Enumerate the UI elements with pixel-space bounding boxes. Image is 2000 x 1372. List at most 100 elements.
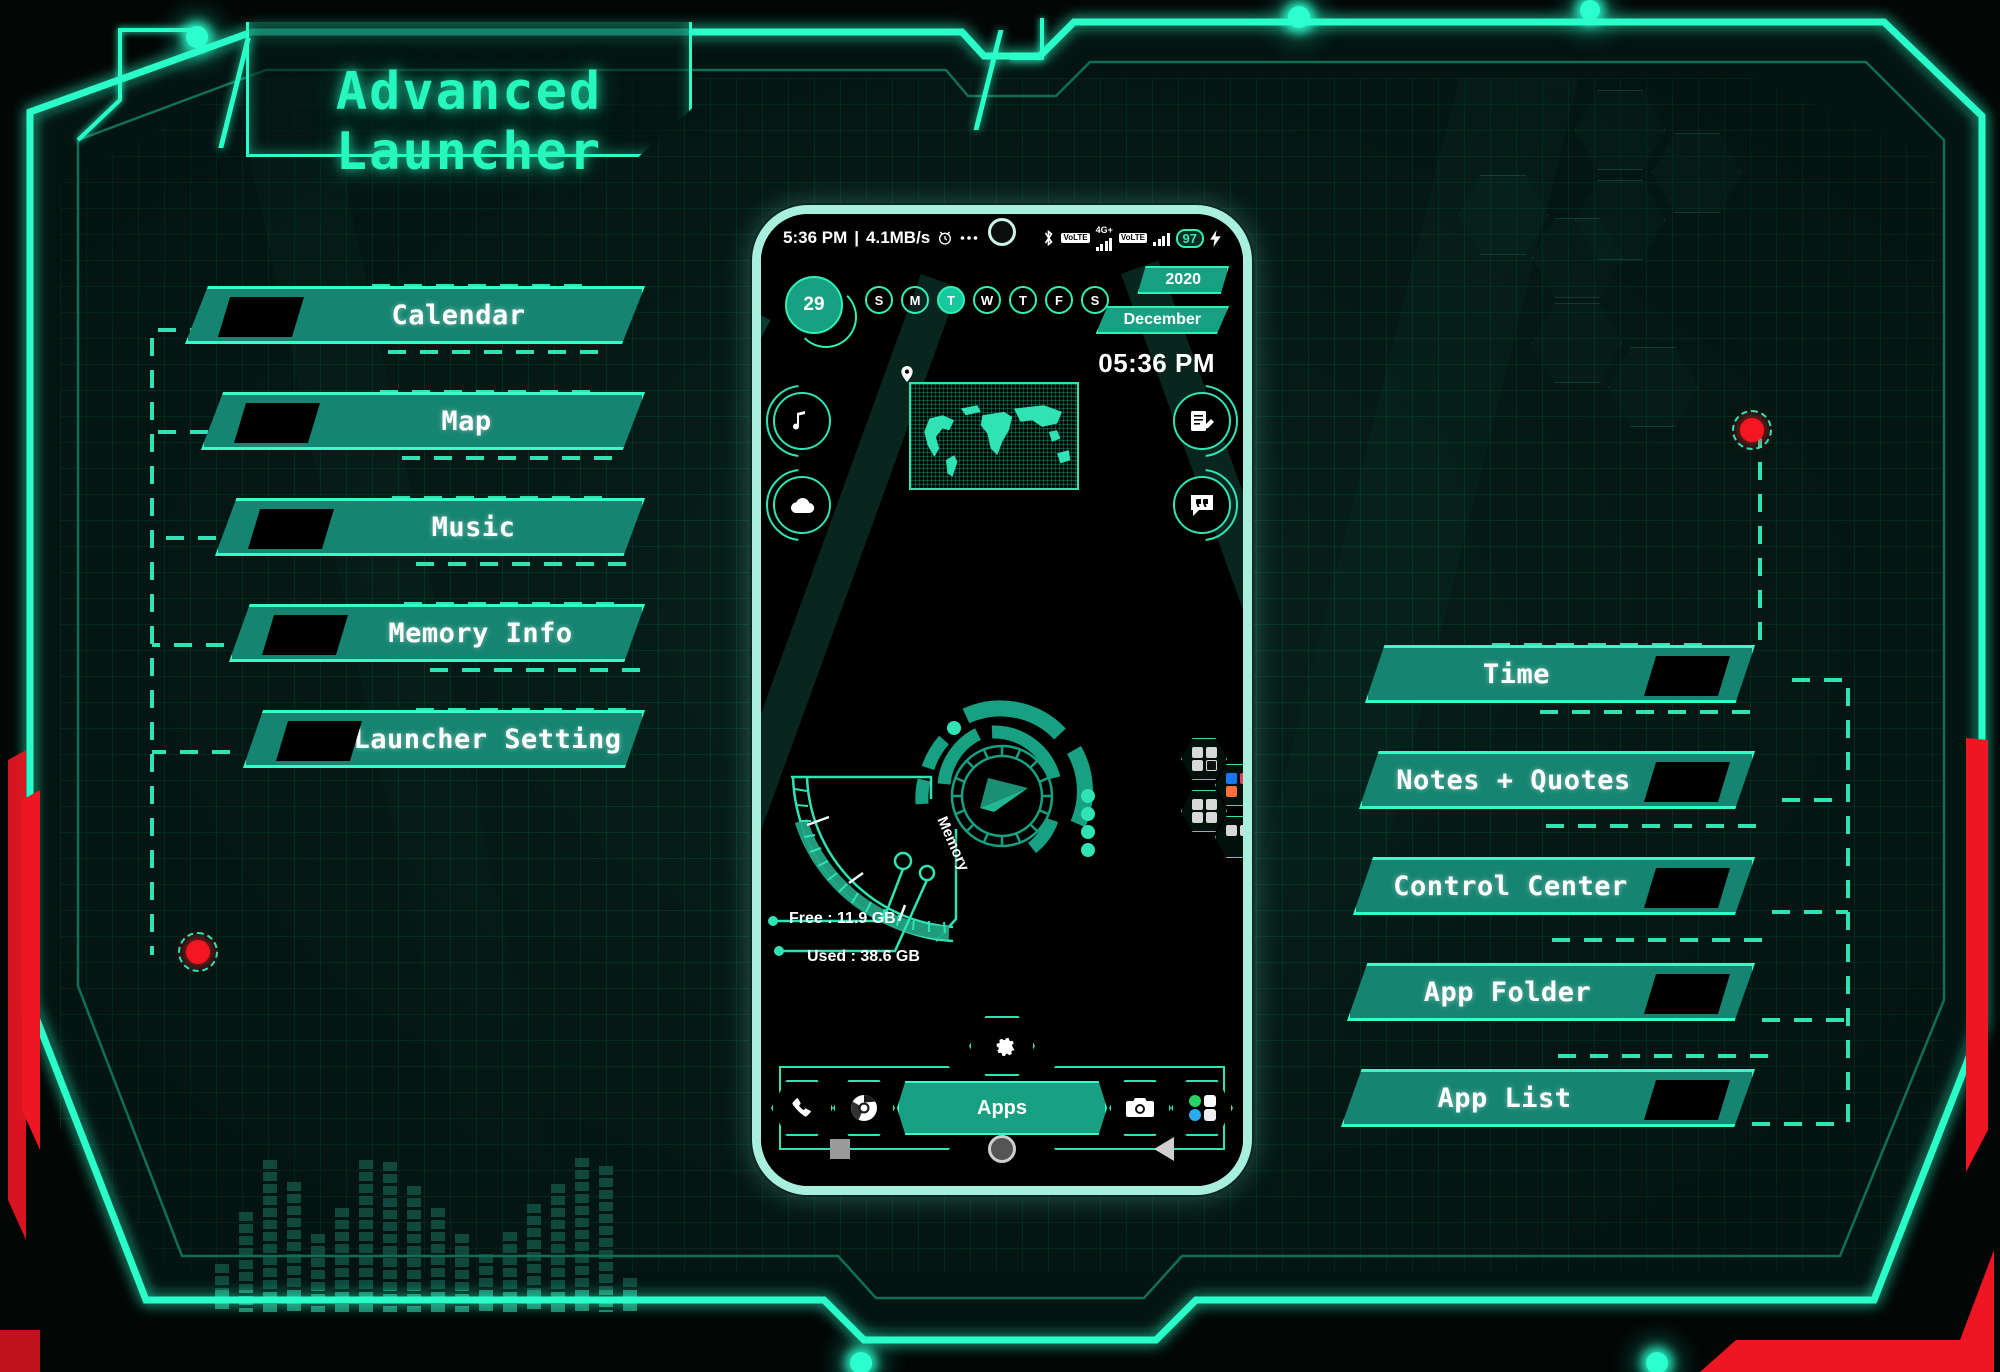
glow-node (1288, 6, 1310, 28)
sidebar-item-app-list[interactable]: App List (1341, 1069, 1755, 1127)
equalizer-bar (503, 1232, 517, 1312)
title-plaque-wrapper: Advanced Launcher (246, 22, 692, 182)
button-cutout (1644, 1080, 1730, 1120)
hexagon-shape (1575, 90, 1665, 170)
app-mini-icon (1240, 786, 1244, 797)
app-folder-hex[interactable] (1181, 738, 1227, 780)
app-mini-icon (1191, 760, 1203, 771)
weekday-fri[interactable]: F (1045, 286, 1073, 314)
launcher-promo-screen: Advanced Launcher Calendar Map Music Mem… (0, 0, 2000, 1372)
battery-badge: 97 (1175, 228, 1204, 248)
button-cutout (1644, 656, 1730, 696)
app-folder-hex[interactable] (1181, 790, 1227, 832)
world-map-widget[interactable] (901, 366, 1079, 490)
sidebar-item-time[interactable]: Time (1365, 645, 1755, 703)
signal-bars-1 (1095, 236, 1113, 251)
equalizer-bar (455, 1234, 469, 1312)
quotes-bubble-icon (1191, 495, 1213, 516)
sidebar-item-launcher-setting[interactable]: Launcher Setting (243, 710, 645, 768)
notes-shortcut-button[interactable] (1173, 392, 1231, 450)
equalizer-bar (551, 1184, 565, 1312)
weekday-row: S M T W T F S (865, 286, 1109, 314)
app-mini-icon (1225, 786, 1237, 797)
app-mini-icon (1191, 799, 1203, 810)
android-navigation-bar (761, 1126, 1243, 1172)
app-mini-icon (1203, 1095, 1216, 1107)
app-mini-icon (1226, 838, 1237, 849)
network-type-label: 4G+ (1095, 224, 1113, 235)
equalizer-bar (311, 1234, 325, 1312)
sidebar-item-memory-info[interactable]: Memory Info (229, 604, 645, 662)
month-badge: December (1095, 306, 1229, 334)
weekday-sat[interactable]: S (1081, 286, 1109, 314)
app-mini-icon (1225, 773, 1237, 784)
memory-used-text: Used : 38.6 GB (807, 948, 920, 965)
circle-home-icon[interactable] (988, 1135, 1016, 1163)
phone-handset-icon (792, 1098, 811, 1117)
button-cutout (218, 297, 304, 337)
app-mini-icon (1205, 760, 1217, 771)
button-cutout (262, 615, 348, 655)
triangle-back-icon[interactable] (1154, 1137, 1174, 1161)
equalizer-bar (359, 1160, 373, 1312)
location-pin-icon (901, 366, 913, 382)
settings-button[interactable] (969, 1016, 1035, 1076)
weekday-sun[interactable]: S (865, 286, 893, 314)
equalizer-bar (479, 1254, 493, 1312)
charging-bolt-icon (1210, 229, 1221, 247)
equalizer-bar (407, 1186, 421, 1312)
status-bar-right: VoLTE 4G+ VoLTE 97 (1042, 224, 1221, 251)
hexagon-shape (1652, 133, 1742, 213)
status-separator: | (854, 228, 860, 247)
equalizer-bar (599, 1166, 613, 1312)
volte-badge-2: VoLTE (1118, 233, 1148, 243)
weekday-tue[interactable]: T (937, 286, 965, 314)
gear-icon (996, 1038, 1015, 1056)
phone-screen: 5:36 PM | 4.1MB/s VoLTE 4G+ VoLTE 97 29 … (761, 214, 1243, 1186)
app-mini-icon (1191, 812, 1203, 823)
notes-pencil-icon (1191, 411, 1214, 431)
app-mini-icon (1203, 1109, 1216, 1121)
status-clock: 5:36 PM (783, 228, 848, 247)
left-menu-column: Calendar Map Music Memory Info Launcher … (185, 286, 645, 816)
equalizer-bar (335, 1208, 349, 1312)
sidebar-item-app-folder[interactable]: App Folder (1347, 963, 1755, 1021)
status-bar-left: 5:36 PM | 4.1MB/s (783, 228, 978, 248)
app-mini-icon (1188, 1095, 1201, 1107)
app-mini-icon (1239, 773, 1243, 784)
equalizer-bar (575, 1158, 589, 1312)
sidebar-item-calendar[interactable]: Calendar (185, 286, 645, 344)
sidebar-item-map[interactable]: Map (201, 392, 645, 450)
music-note-icon (793, 411, 805, 430)
app-mini-icon (1191, 747, 1203, 758)
glow-node (186, 26, 208, 48)
button-cutout (234, 403, 320, 443)
volte-badge-1: VoLTE (1061, 233, 1090, 243)
app-mini-icon (1239, 825, 1243, 836)
equalizer-bar (527, 1204, 541, 1312)
year-badge: 2020 (1137, 266, 1229, 294)
app-mini-icon (1205, 799, 1217, 810)
sidebar-item-music[interactable]: Music (215, 498, 645, 556)
alarm-clock-icon (939, 231, 952, 245)
sidebar-item-control-center[interactable]: Control Center (1353, 857, 1755, 915)
chrome-browser-icon (851, 1095, 877, 1121)
date-day-circle[interactable]: 29 (785, 276, 857, 348)
marker-dot-left (178, 932, 218, 972)
sidebar-item-notes-quotes[interactable]: Notes + Quotes (1359, 751, 1755, 809)
quotes-shortcut-button[interactable] (1173, 476, 1231, 534)
weekday-thu[interactable]: T (1009, 286, 1037, 314)
hexagon-decoration-field (1420, 85, 1760, 427)
music-shortcut-button[interactable] (773, 392, 831, 450)
square-recents-icon[interactable] (830, 1139, 850, 1159)
weather-shortcut-button[interactable] (773, 476, 831, 534)
equalizer-bar (383, 1162, 397, 1312)
weekday-wed[interactable]: W (973, 286, 1001, 314)
equalizer-decoration (215, 1072, 637, 1312)
glow-node (850, 1352, 872, 1372)
app-mini-icon (1205, 747, 1217, 758)
camera-icon (1126, 1098, 1154, 1117)
glow-node (1580, 0, 1600, 20)
button-cutout (1644, 762, 1730, 802)
weekday-mon[interactable]: M (901, 286, 929, 314)
